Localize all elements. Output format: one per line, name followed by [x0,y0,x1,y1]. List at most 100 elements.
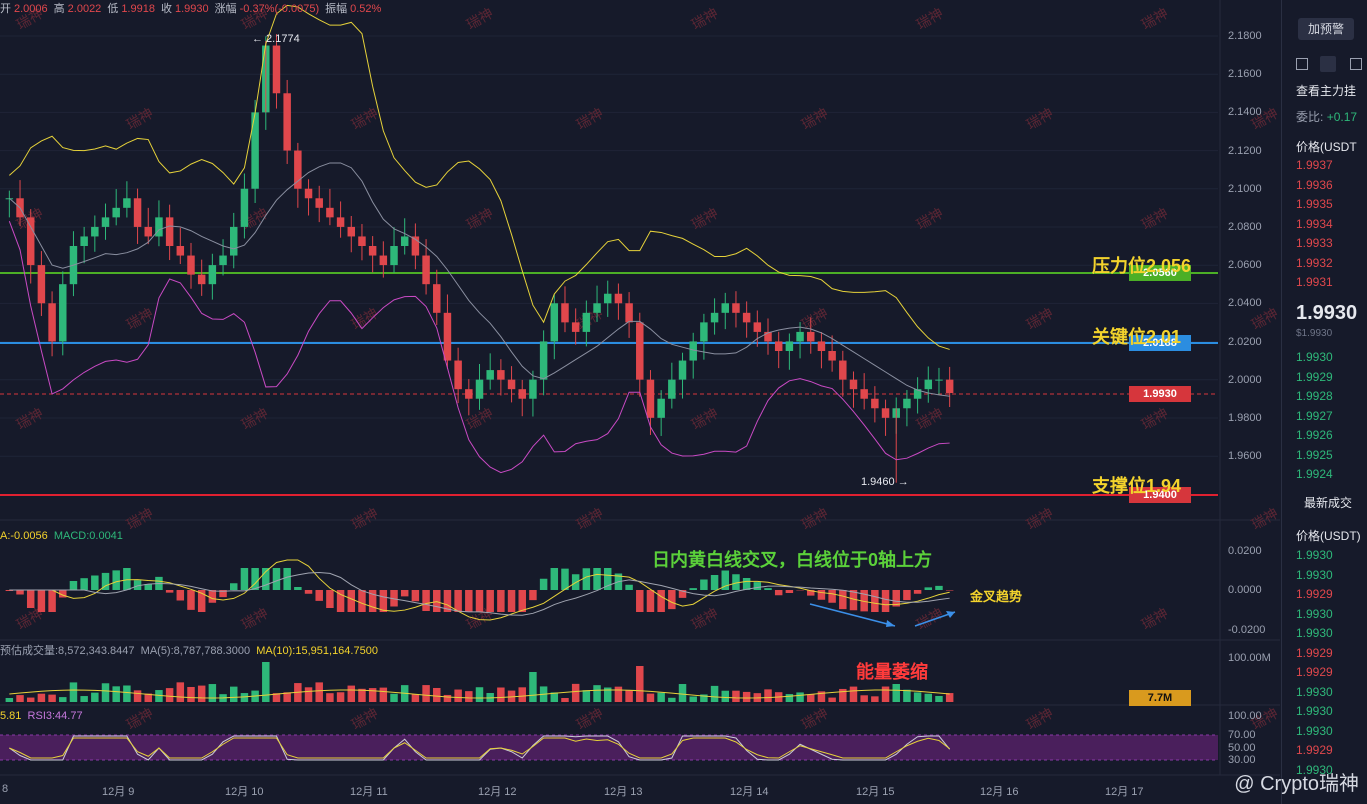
price-tick-label: 2.1000 [1228,182,1262,195]
macd-bar [636,590,644,612]
watermark-text: 瑞神 [124,505,156,533]
candle-body [101,217,110,227]
resistance-annotation: 压力位2.056 [1092,256,1192,276]
orderbook-row[interactable]: 1.9934 [1282,215,1367,235]
bid-list: 1.9930 1.9929 1.9928 1.9927 1.9926 1.9925 1.99… [1282,348,1367,485]
orderbook-row[interactable]: 1.9935 [1282,195,1367,215]
candle-body [646,379,655,418]
watermark-text: 瑞神 [239,605,271,633]
orderbook-row[interactable]: 1.9936 [1282,176,1367,196]
orderbook-row[interactable]: 1.9927 [1282,407,1367,427]
macd-bar [764,588,772,590]
candle-body [721,303,730,313]
macd-bar [753,582,762,590]
ohlc-label: 开 [0,3,11,15]
volume-bar [625,690,633,702]
macd-bar [497,590,505,612]
x-tick-label: 12月 17 [1105,786,1144,798]
orderbook-row[interactable]: 1.9926 [1282,426,1367,446]
macd-bar [582,568,591,590]
candle-body [219,255,227,266]
volume-bar [59,697,67,702]
orderbook-title[interactable]: 查看主力挂 [1296,82,1356,99]
volume-bar [379,687,388,702]
list-icon[interactable] [1320,56,1336,72]
layout-icon[interactable] [1296,58,1308,70]
volume-bar [860,695,868,702]
ohlc-label: 高 [53,3,65,15]
macd-bar [657,590,665,612]
add-alert-button[interactable]: 加预警 [1298,18,1354,40]
ohlc-value: 0.52% [350,3,382,15]
orderbook-row[interactable]: 1.9924 [1282,465,1367,485]
macd-bar [507,590,516,612]
orderbook-row[interactable]: 1.9929 [1282,368,1367,388]
watermark-text: 瑞神 [124,105,156,133]
volume-bar [91,692,99,702]
macd-bar [26,590,35,608]
price-tick-label: 1.9600 [1228,450,1262,463]
macd-label: A:-0.0056 MACD:0.0041 [0,530,123,542]
candle-body [871,398,879,409]
candle-body [123,198,131,208]
volume-bar [529,672,537,702]
trade-row: 1.9930 [1296,567,1333,582]
volume-bar [123,685,131,702]
candle-body [774,341,783,351]
volume-bar [732,690,740,702]
macd-bar [176,590,185,601]
volume-bar [229,686,238,702]
macd-bar [347,590,356,612]
watermark-text: 瑞神 [914,605,946,633]
candle-body [251,112,259,189]
trade-row: 1.9930 [1296,704,1333,718]
orderbook-row[interactable]: 1.9932 [1282,254,1367,274]
sub-axis-tick: 100.00 [1228,710,1262,722]
watermark-text: 瑞神 [464,205,496,233]
orderbook-row[interactable]: 1.9937 [1282,156,1367,176]
candle-body [229,226,238,256]
x-tick-label: 12月 14 [730,786,769,798]
price-tick-label: 2.1800 [1228,30,1262,42]
candle-body [80,236,88,246]
watermark-text: 瑞神 [349,505,381,533]
arrow-head [886,620,895,627]
candle-body [657,398,665,418]
orderbook-row[interactable]: 1.9933 [1282,234,1367,254]
orderbook-row[interactable]: 1.9925 [1282,446,1367,466]
candle-body [839,360,847,380]
chart-canvas[interactable]: 瑞神 瑞神 瑞神 瑞神 瑞神 瑞神瑞神 瑞神 瑞神 瑞神 瑞神 瑞神瑞神 瑞神 瑞神 瑞神 瑞神瑞神 瑞神 瑞神… [0,0,1280,804]
candle-body [37,265,46,304]
ask-list: 1.9937 1.9936 1.9935 1.9934 1.9933 1.9932 1.99… [1282,156,1367,293]
orderbook-row[interactable]: 1.9928 [1282,387,1367,407]
candle-body [133,198,142,227]
candle-body [785,341,794,351]
rsi-label: 5.81 RSI3:44.77 [0,710,83,722]
watermark-text: 瑞神 [1024,105,1056,133]
orderbook-row[interactable]: 1.9931 [1282,273,1367,293]
candle-body [368,246,377,256]
watermark-text: 瑞神 [914,5,946,33]
last-price: 1.9930 [1296,302,1358,324]
candle-body [550,303,559,342]
x-tick-label: 12月 12 [478,786,517,798]
volume-bar [646,693,655,702]
x-tick-label: 12月 15 [856,786,895,798]
candle-body [796,331,804,342]
candle-body [753,322,762,332]
volume-bar [465,691,473,702]
volume-bar [721,690,730,702]
volume-bar [678,684,687,702]
candle-body [379,255,388,266]
chart-area[interactable]: 瑞神 瑞神 瑞神 瑞神 瑞神 瑞神 瑞神 瑞神 瑞神 瑞神 瑞神 瑞神 瑞神 瑞神 瑞神 瑞神 瑞神 瑞神 瑞神 瑞神… [0,0,1280,804]
candle-body [422,255,430,285]
volume-tag: 7.7M [1129,690,1191,706]
volume-bar [422,685,430,702]
watermark-text: 瑞神 [1024,705,1056,733]
trade-row: 1.9930 [1296,606,1333,621]
volume-bar [582,690,591,702]
grid-icon[interactable] [1350,58,1362,70]
macd-bar [593,568,601,590]
trades-title[interactable]: 最新成交 [1304,494,1352,511]
orderbook-row[interactable]: 1.9930 [1282,348,1367,368]
